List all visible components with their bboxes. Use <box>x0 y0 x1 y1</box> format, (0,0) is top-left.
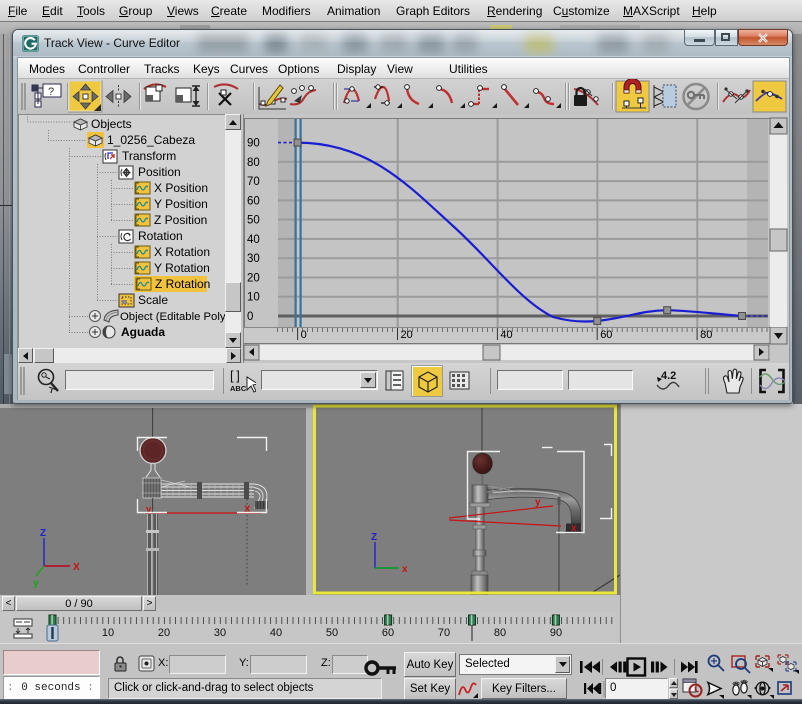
svg-text:Scale: Scale <box>138 293 168 307</box>
svg-text:X: X <box>244 504 251 515</box>
svg-text:Z Rotation: Z Rotation <box>155 277 210 291</box>
svg-text:70: 70 <box>247 176 260 188</box>
svg-text:x: x <box>402 564 408 575</box>
svg-text:Y Rotation: Y Rotation <box>154 261 210 275</box>
svg-text:X Rotation: X Rotation <box>154 245 210 259</box>
svg-text:40: 40 <box>270 627 282 639</box>
svg-text:30: 30 <box>214 627 226 639</box>
svg-text:Transform: Transform <box>122 149 176 163</box>
svg-text:10: 10 <box>247 292 260 304</box>
svg-text:60: 60 <box>600 329 612 341</box>
svg-text:20: 20 <box>401 329 413 341</box>
svg-text:Position: Position <box>138 165 181 179</box>
svg-text:ABC: ABC <box>230 384 247 393</box>
svg-text:X: X <box>73 562 80 573</box>
svg-text:Rotation: Rotation <box>138 229 183 243</box>
svg-text:X Position: X Position <box>154 181 208 195</box>
svg-text:70: 70 <box>438 627 450 639</box>
svg-text:y: y <box>33 578 39 589</box>
svg-text:y: y <box>146 504 152 515</box>
svg-text:50: 50 <box>326 627 338 639</box>
svg-text:20: 20 <box>247 273 260 285</box>
svg-text:4.2: 4.2 <box>661 370 676 382</box>
svg-text:50: 50 <box>247 215 260 227</box>
svg-text:1_0256_Cabeza: 1_0256_Cabeza <box>107 133 195 147</box>
svg-text:Object (Editable Poly): Object (Editable Poly) <box>120 311 229 323</box>
svg-text:Objects: Objects <box>91 117 132 131</box>
svg-text:0: 0 <box>247 311 253 323</box>
svg-text:Z: Z <box>371 532 377 543</box>
svg-text:30: 30 <box>247 253 260 265</box>
svg-text:10: 10 <box>102 627 114 639</box>
svg-text:80: 80 <box>700 329 712 341</box>
svg-text:40: 40 <box>247 234 260 246</box>
svg-text:80: 80 <box>494 627 506 639</box>
svg-text:90: 90 <box>247 138 260 150</box>
svg-text:?: ? <box>48 86 54 98</box>
svg-text:Z Position: Z Position <box>154 213 207 227</box>
svg-text:Aguada: Aguada <box>121 325 165 339</box>
svg-text:60: 60 <box>247 195 260 207</box>
svg-text:40: 40 <box>500 329 512 341</box>
svg-text:60: 60 <box>382 627 394 639</box>
svg-text:20: 20 <box>158 627 170 639</box>
svg-text:Y Position: Y Position <box>154 197 208 211</box>
svg-text:[ ]: [ ] <box>230 368 240 383</box>
svg-text:y: y <box>535 497 541 508</box>
svg-text:Z: Z <box>40 528 46 539</box>
svg-text:80: 80 <box>247 157 260 169</box>
svg-text:0: 0 <box>301 329 307 341</box>
svg-text:90: 90 <box>550 627 562 639</box>
